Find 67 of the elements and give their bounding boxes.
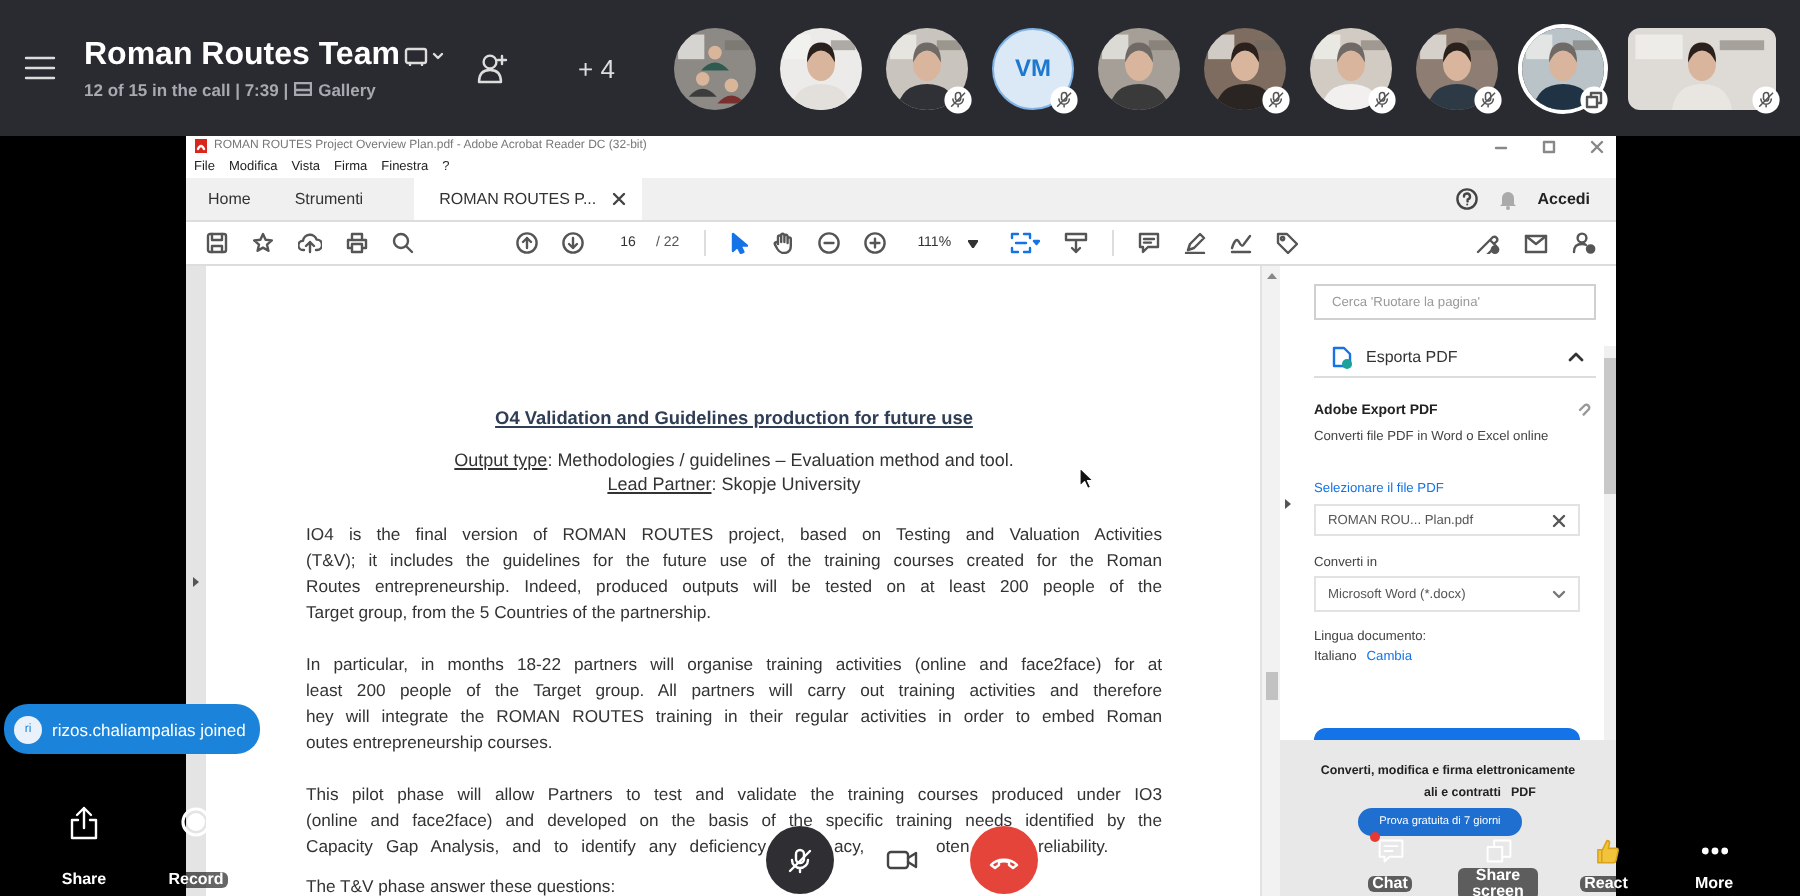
- fit-page-icon[interactable]: [1009, 232, 1040, 254]
- pen-icon[interactable]: [1183, 232, 1206, 254]
- maximize-icon[interactable]: [1542, 139, 1556, 153]
- gallery-icon: [294, 82, 313, 96]
- menu-icon[interactable]: [24, 54, 56, 82]
- share-screen-button[interactable]: Share screen: [1458, 836, 1538, 896]
- chat-icon: [1377, 838, 1403, 864]
- call-title: Roman Routes Team: [84, 37, 400, 73]
- paragraph: The T&V phase answer these questions:: [306, 874, 618, 896]
- tag-icon[interactable]: [1275, 232, 1298, 254]
- call-status: 12 of 15 in the call | 7:39 |: [84, 79, 289, 99]
- more-button[interactable]: More: [1674, 836, 1754, 896]
- scroll-up-icon[interactable]: [1265, 272, 1277, 280]
- caret-icon[interactable]: [431, 51, 444, 59]
- star-icon[interactable]: [252, 232, 274, 254]
- save-icon[interactable]: [206, 232, 228, 254]
- document-heading: O4 Validation and Guidelines production for future use: [493, 406, 975, 432]
- zoom-out-icon[interactable]: [817, 232, 840, 254]
- search-icon[interactable]: [392, 232, 414, 254]
- help-icon[interactable]: [1455, 188, 1478, 210]
- document-text: Lead Partner: Skopje University: [607, 472, 861, 496]
- mic-off-icon: [784, 844, 816, 876]
- signature-icon[interactable]: [1229, 232, 1252, 254]
- participant-count[interactable]: + 4: [578, 53, 615, 83]
- add-person-icon[interactable]: [476, 52, 510, 84]
- hand-icon[interactable]: [771, 232, 794, 254]
- tab[interactable]: Home: [186, 178, 273, 220]
- expand-arrow-icon[interactable]: [1284, 497, 1292, 509]
- zoom-in-icon[interactable]: [863, 232, 886, 254]
- clear-icon[interactable]: [1552, 513, 1566, 527]
- chat-button[interactable]: Chat: [1350, 836, 1430, 896]
- arrow-up-icon[interactable]: [516, 232, 538, 254]
- thumbs-up-icon: [1593, 838, 1619, 864]
- document-export-icon: [1330, 345, 1354, 369]
- close-icon[interactable]: [612, 192, 627, 206]
- comment-icon[interactable]: [1137, 232, 1160, 254]
- scrollbar-thumb[interactable]: [1265, 672, 1277, 700]
- caret-icon: [967, 239, 978, 247]
- paragraph: IO4 is the final version of ROMAN ROUTES project, based on Testing and Valuation Activities (T&V); it includes the guidelines for the future use of the training courses created for the Roman Routes entrepreneurship. Indeed, produced outputs will be tested on at least 200 people of the Target group, from the 5 Countries of the partnership.: [306, 522, 1162, 626]
- share-button[interactable]: Share: [44, 806, 124, 896]
- chevron-up-icon: [1568, 352, 1584, 362]
- notification-text: rizos.chaliampalias joined: [52, 719, 246, 739]
- user-settings-icon[interactable]: [1572, 232, 1596, 254]
- mail-icon[interactable]: [1524, 233, 1548, 253]
- frame-icon[interactable]: [403, 45, 428, 65]
- pointer-icon[interactable]: [729, 232, 748, 254]
- paragraph: In particular, in months 18-22 partners will organise training activities (online and face2face) for at least 200 people of the Target group. All partners will carry out training activities and therefore hey will integrate the ROMAN ROUTES training in their regular activities in order to embed Roman outes entrepreneurship courses.: [306, 652, 1162, 756]
- avatar-initials[interactable]: VM: [992, 27, 1074, 109]
- tab[interactable]: ROMAN ROUTES P...: [413, 178, 643, 220]
- share-icon[interactable]: [1476, 232, 1500, 254]
- scrollbar-thumb[interactable]: [1604, 358, 1616, 494]
- attachment-icon[interactable]: [1576, 402, 1592, 418]
- tab[interactable]: Strumenti: [272, 178, 386, 220]
- expand-arrow-icon[interactable]: [192, 575, 200, 587]
- share-icon: [68, 806, 100, 840]
- paragraph: This pilot phase will allow Partners to test and validate the training courses produced under IO3 (online and face2face) and developed on the basis of the specific training needs identified by the Capacity Gap Analysis, and to identify any deficiency acy, oten reliability.: [306, 782, 1162, 860]
- sign-in-link[interactable]: Accedi: [1537, 190, 1590, 208]
- windows-icon: [1485, 838, 1511, 864]
- scroll-mode-icon[interactable]: [1063, 232, 1088, 254]
- view-label[interactable]: Gallery: [318, 79, 376, 99]
- video-camera-icon: [886, 846, 918, 874]
- document-text: Output type: Methodologies / guidelines – Evaluation method and tool.: [454, 448, 1014, 472]
- arrow-down-icon[interactable]: [562, 232, 584, 254]
- mouse-pointer-icon: [1078, 466, 1094, 490]
- print-icon[interactable]: [346, 232, 368, 254]
- upload-icon[interactable]: [298, 232, 322, 254]
- caret-icon: [1552, 589, 1566, 599]
